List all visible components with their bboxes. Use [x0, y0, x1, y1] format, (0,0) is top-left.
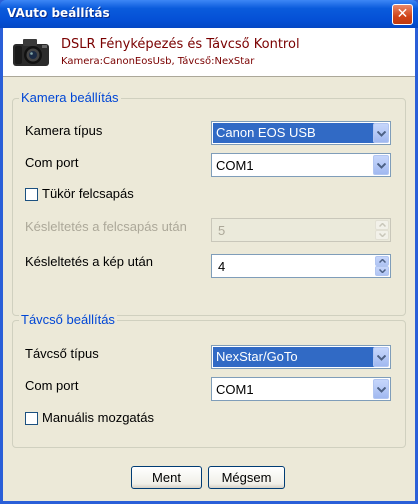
camera-type-dropdown-button[interactable] [373, 123, 389, 143]
mirror-lockup-checkbox[interactable] [25, 188, 38, 201]
scope-port-label: Com port [25, 378, 79, 393]
window-title: VAuto beállítás [7, 6, 110, 20]
camera-type-select[interactable]: Canon EOS USB [211, 121, 391, 145]
chevron-up-icon [379, 223, 386, 227]
scope-type-select[interactable]: NexStar/GoTo [211, 345, 391, 369]
title-bar[interactable]: VAuto beállítás ✕ [0, 0, 418, 28]
mirror-delay-value: 5 [218, 223, 226, 238]
cancel-button[interactable]: Mégsem [208, 466, 285, 489]
image-delay-down-button[interactable] [375, 266, 389, 276]
scope-port-select[interactable]: COM1 [211, 377, 391, 401]
manual-move-checkbox[interactable] [25, 412, 38, 425]
scope-type-label: Távcső típus [25, 346, 99, 361]
scope-port-dropdown-button[interactable] [373, 379, 389, 399]
manual-move-label: Manuális mozgatás [42, 410, 154, 425]
camera-icon [13, 39, 49, 66]
chevron-down-icon [377, 387, 386, 393]
scope-type-dropdown-button[interactable] [373, 347, 389, 367]
image-delay-value: 4 [218, 259, 226, 274]
dialog-body: DSLR Fényképezés és Távcső Kontrol Kamer… [3, 28, 415, 501]
camera-port-dropdown-button[interactable] [373, 155, 389, 175]
chevron-down-icon [377, 355, 386, 361]
mirror-delay-spinner[interactable]: 5 [211, 218, 391, 242]
chevron-down-icon [377, 163, 386, 169]
close-icon: ✕ [396, 6, 409, 22]
close-button[interactable]: ✕ [392, 4, 413, 25]
camera-port-value: COM1 [216, 158, 254, 173]
camera-port-label: Com port [25, 155, 79, 170]
camera-type-label: Kamera típus [25, 123, 103, 138]
header-title: DSLR Fényképezés és Távcső Kontrol [61, 37, 300, 52]
chevron-down-icon [377, 131, 386, 137]
scope-type-value: NexStar/GoTo [213, 347, 377, 367]
mirror-delay-down-button[interactable] [375, 230, 389, 240]
scope-port-value: COM1 [216, 382, 254, 397]
scope-settings-group: Távcső beállítás Távcső típus NexStar/Go… [12, 312, 406, 448]
chevron-down-icon [379, 269, 386, 273]
image-delay-label: Késleltetés a kép után [25, 254, 153, 269]
header-subtitle: Kamera:CanonEosUsb, Távcső:NexStar [61, 56, 255, 67]
dialog-header: DSLR Fényképezés és Távcső Kontrol Kamer… [3, 28, 415, 77]
camera-group-legend: Kamera beállítás [19, 90, 121, 105]
image-delay-spinner[interactable]: 4 [211, 254, 391, 278]
camera-port-select[interactable]: COM1 [211, 153, 391, 177]
chevron-up-icon [379, 259, 386, 263]
save-button[interactable]: Ment [131, 466, 202, 489]
image-delay-up-button[interactable] [375, 256, 389, 266]
camera-type-value: Canon EOS USB [213, 123, 377, 143]
chevron-down-icon [379, 233, 386, 237]
mirror-delay-up-button[interactable] [375, 220, 389, 230]
mirror-delay-label: Késleltetés a felcsapás után [25, 219, 187, 234]
settings-window: VAuto beállítás ✕ DSLR Fényképezés és Tá… [0, 0, 418, 504]
mirror-lockup-label: Tükör felcsapás [42, 186, 134, 201]
scope-group-legend: Távcső beállítás [19, 312, 117, 327]
camera-settings-group: Kamera beállítás Kamera típus Canon EOS … [12, 90, 406, 316]
